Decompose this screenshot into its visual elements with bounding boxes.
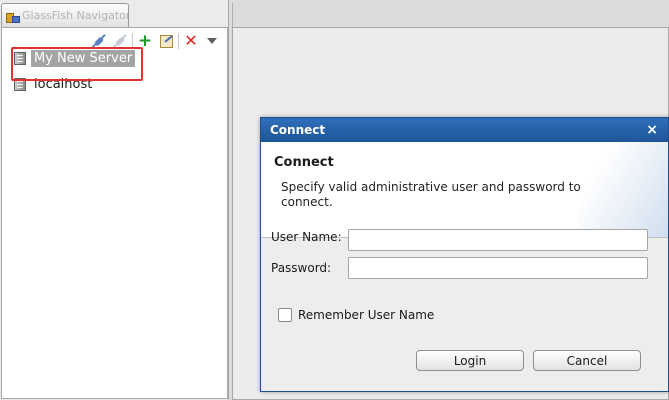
navigator-panel: GlassFish Navigator + ✕ My New Server lo… [0,0,229,400]
remember-label: Remember User Name [298,308,435,322]
password-label: Password: [271,261,332,275]
dialog-titlebar[interactable]: Connect × [261,118,668,142]
navigator-icon [6,10,20,23]
dialog-banner: Connect Specify valid administrative use… [261,142,668,238]
dropdown-icon [207,38,217,44]
password-input[interactable] [348,257,648,279]
dialog-heading: Connect [274,155,334,170]
navigator-tab-title: GlassFish Navigator [22,9,129,22]
navigator-tab[interactable]: GlassFish Navigator [1,3,129,27]
password-row: Password: [271,261,331,275]
toolbar-separator [178,33,179,49]
edit-server-button[interactable] [157,32,175,50]
edit-icon [159,34,173,48]
delete-icon: ✕ [184,31,198,50]
selection-highlight [11,47,143,81]
remember-row: Remember User Name [278,308,434,322]
close-icon[interactable]: × [646,122,658,138]
plug-icon [93,35,105,47]
delete-server-button[interactable]: ✕ [182,32,200,50]
editor-tabstrip [232,3,669,27]
login-button[interactable]: Login [416,350,524,371]
dialog-description: Specify valid administrative user and pa… [281,180,581,209]
plug-disabled-icon [114,35,126,47]
toolbar-menu-button[interactable] [203,32,221,50]
banner-decoration [578,142,668,237]
username-input[interactable] [348,229,648,251]
connect-dialog: Connect × Connect Specify valid administ… [260,117,669,392]
cancel-button[interactable]: Cancel [533,350,641,371]
remember-checkbox[interactable] [278,308,292,322]
username-label: User Name: [271,230,342,244]
username-row: User Name: [271,230,342,244]
dialog-title: Connect [270,123,326,137]
